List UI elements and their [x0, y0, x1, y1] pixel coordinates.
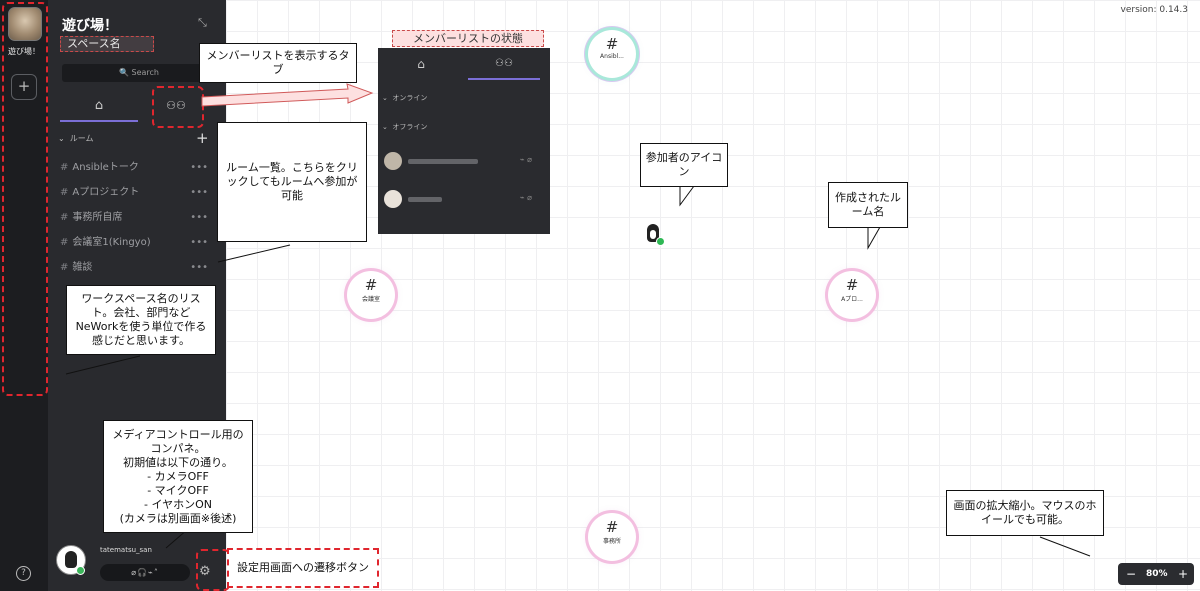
mic-off-icon: ⌁ ⌀: [519, 155, 532, 164]
media-control-bar: ⌀🎧⌁˄: [100, 564, 190, 581]
member-list-panel: ⌂ ⚇⚇ ⌄ オンライン ⌄ オフライン ⌁ ⌀ ⌁ ⌀: [378, 48, 550, 234]
media-control-callout: メディアコントロール用のコンパネ。 初期値は以下の通り。 - カメラOFF - …: [103, 420, 253, 533]
room-list-callout: ルーム一覧。こちらをクリックしてもルームへ参加が可能: [217, 122, 367, 242]
help-icon[interactable]: ?: [16, 566, 31, 581]
hash-icon: #: [60, 187, 69, 198]
room-node[interactable]: # 会議室: [347, 271, 395, 319]
collapse-icon[interactable]: ⤡: [198, 16, 207, 30]
home-icon: ⌂: [417, 57, 425, 71]
online-section-header[interactable]: ⌄ オンライン: [382, 93, 427, 103]
member-tab-highlight: [152, 86, 204, 128]
more-icon[interactable]: •••: [190, 209, 208, 227]
more-icon[interactable]: •••: [190, 234, 208, 252]
participant-avatar[interactable]: [643, 224, 665, 246]
hash-icon: #: [364, 276, 378, 294]
workspace-list-highlight: [2, 2, 48, 396]
tab-home[interactable]: ⌂: [60, 92, 138, 122]
members-icon: ⚇⚇: [495, 58, 513, 69]
more-icon[interactable]: •••: [190, 159, 208, 177]
settings-callout: 設定用画面への遷移ボタン: [227, 548, 379, 588]
room-node[interactable]: # 事務所: [588, 513, 636, 561]
zoom-level: 80%: [1146, 569, 1168, 579]
member-name-blurred: [408, 197, 442, 202]
avatar: [384, 152, 402, 170]
chevron-up-icon[interactable]: ˄: [154, 568, 159, 577]
offline-section-header[interactable]: ⌄ オフライン: [382, 122, 427, 132]
room-item[interactable]: # 事務所自席 •••: [60, 209, 210, 227]
search-input[interactable]: 🔍 Search: [62, 64, 216, 82]
zoom-in-button[interactable]: +: [1178, 563, 1188, 585]
room-item[interactable]: # 雑談 •••: [60, 259, 210, 277]
room-item[interactable]: # Ansibleトーク •••: [60, 159, 210, 177]
member-row[interactable]: ⌁ ⌀: [384, 152, 544, 172]
penguin-icon: [65, 551, 77, 568]
headphones-icon[interactable]: 🎧: [137, 568, 148, 577]
rooms-section-header[interactable]: ⌄ ルーム: [58, 133, 94, 144]
tab-home[interactable]: ⌂: [378, 50, 464, 78]
hash-icon: #: [60, 212, 69, 223]
hash-icon: #: [60, 237, 69, 248]
version-label: version: 0.14.3: [1120, 5, 1188, 15]
participant-icon-callout: 参加者のアイコン: [640, 143, 728, 187]
status-online-icon: [656, 237, 665, 246]
more-icon[interactable]: •••: [190, 259, 208, 277]
space-name: スペース名: [60, 36, 154, 52]
mic-off-icon: ⌁ ⌀: [519, 193, 532, 202]
zoom-out-button[interactable]: −: [1126, 563, 1136, 585]
member-panel-caption: メンバーリストの状態: [392, 30, 544, 47]
hash-icon: #: [605, 35, 619, 53]
chevron-down-icon: ⌄: [58, 134, 65, 143]
settings-button-highlight: [196, 549, 230, 591]
room-node[interactable]: # Ansibl...: [588, 30, 636, 78]
hash-icon: #: [605, 518, 619, 536]
workspace-title: 遊び場！: [62, 18, 118, 34]
member-row[interactable]: ⌁ ⌀: [384, 190, 544, 210]
avatar: [384, 190, 402, 208]
room-node[interactable]: # Aプロ...: [828, 271, 876, 319]
member-name-blurred: [408, 159, 478, 164]
tab-members[interactable]: ⚇⚇: [468, 50, 540, 80]
add-room-button[interactable]: +: [196, 129, 209, 147]
hash-icon: #: [845, 276, 859, 294]
zoom-control: − 80% +: [1118, 563, 1194, 585]
status-online-icon: [76, 566, 85, 575]
hash-icon: #: [60, 262, 69, 273]
zoom-help-callout: 画面の拡大縮小。マウスのホイールでも可能。: [946, 490, 1104, 536]
user-avatar[interactable]: [56, 545, 86, 575]
penguin-belly: [650, 230, 656, 239]
more-icon[interactable]: •••: [190, 184, 208, 202]
home-icon: ⌂: [94, 98, 104, 113]
room-name-callout: 作成されたルーム名: [828, 182, 908, 228]
user-name: tatematsu_san: [100, 546, 152, 554]
hash-icon: #: [60, 162, 69, 173]
member-tab-callout: メンバーリストを表示するタブ: [199, 43, 357, 83]
room-item[interactable]: # Aプロジェクト •••: [60, 184, 210, 202]
workspace-list-callout: ワークスペース名のリスト。会社、部門などNeWorkを使う単位で作る感じだと思い…: [66, 285, 216, 355]
room-item[interactable]: # 会議室1(Kingyo) •••: [60, 234, 210, 252]
